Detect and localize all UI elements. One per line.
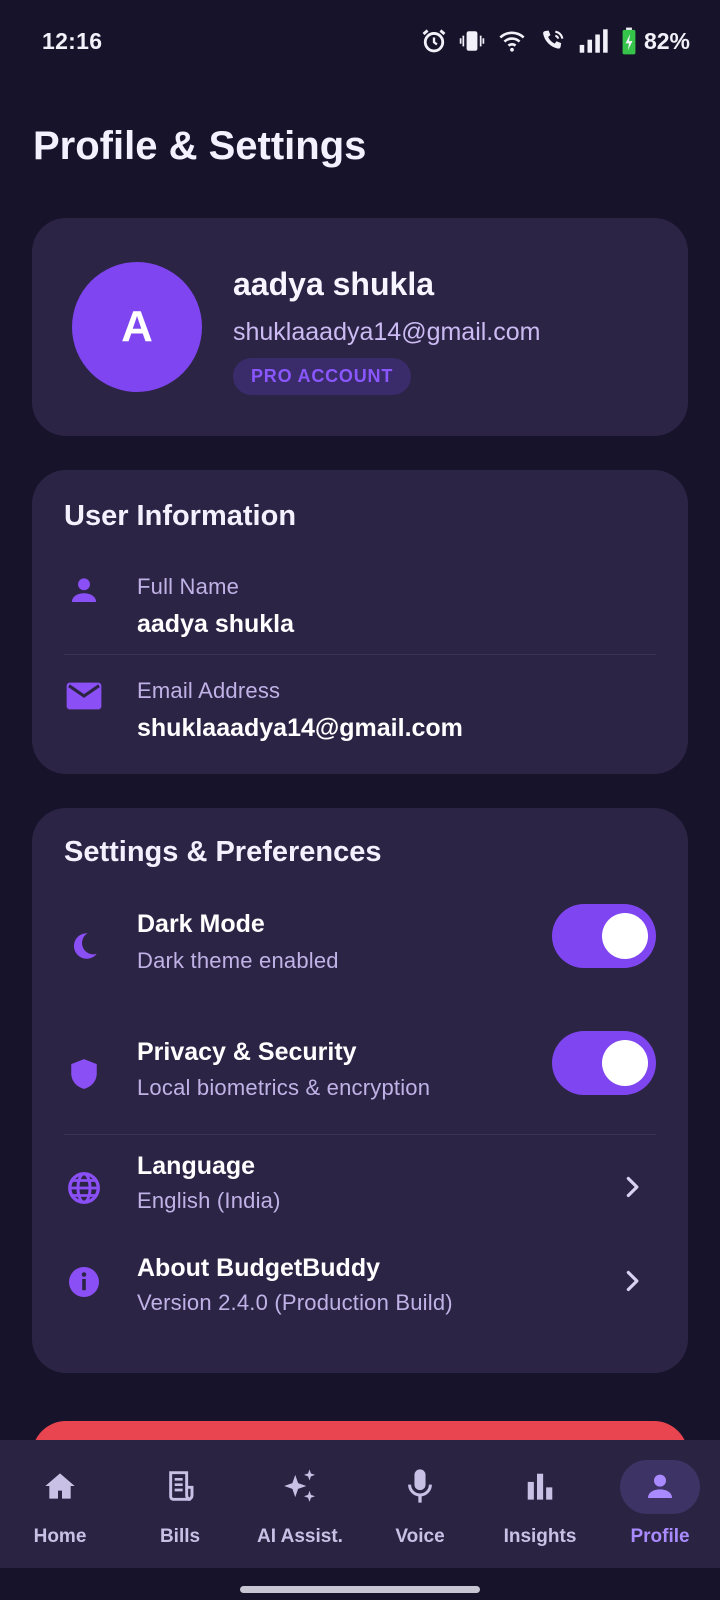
mail-icon [64,676,104,716]
email-address-label: Email Address [137,678,281,703]
privacy-security-subtitle: Local biometrics & encryption [137,1075,431,1100]
battery-charging-icon [621,27,637,55]
about-subtitle: Version 2.4.0 (Production Build) [137,1290,453,1315]
receipt-icon [160,1466,200,1506]
chevron-right-icon[interactable] [617,1172,647,1202]
profile-name: aadya shukla [233,266,434,302]
nav-label: Bills [159,1526,201,1547]
divider [64,1134,656,1135]
full-name-value: aadya shukla [137,610,295,638]
sparkle-icon [280,1466,320,1506]
person-icon [64,570,104,610]
person-icon [640,1466,680,1506]
profile-email: shuklaaadya14@gmail.com [233,318,541,346]
nav-item-profile[interactable]: Profile [600,1440,720,1568]
info-icon [64,1262,104,1302]
home-icon [40,1466,80,1506]
toggle-knob [602,913,648,959]
microphone-icon [400,1466,440,1506]
nav-label: Profile [630,1526,690,1547]
language-title: Language [137,1152,256,1180]
wifi-calling-icon [539,27,567,55]
nav-item-bills[interactable]: Bills [120,1440,240,1568]
email-address-value: shuklaaadya14@gmail.com [137,714,463,742]
nav-item-home[interactable]: Home [0,1440,120,1568]
gesture-area [0,1568,720,1600]
chevron-right-icon[interactable] [617,1266,647,1296]
nav-item-insights[interactable]: Insights [480,1440,600,1568]
privacy-security-title: Privacy & Security [137,1038,357,1066]
nav-label: AI Assist. [257,1526,343,1547]
shield-icon [64,1054,104,1094]
alarm-icon [420,27,448,55]
status-bar: 12:16 82% [0,0,720,84]
signal-icon [578,28,610,54]
nav-item-ai-assist[interactable]: AI Assist. [240,1440,360,1568]
language-subtitle: English (India) [137,1188,281,1213]
bar-chart-icon [520,1466,560,1506]
battery-percent: 82% [643,27,690,54]
wifi-icon [496,27,528,55]
full-name-label: Full Name [137,574,240,599]
user-information-title: User Information [64,500,297,532]
status-icons: 82% [420,24,690,58]
nav-label: Home [33,1526,87,1547]
profile-settings-screen: 12:16 82% Profile & Settings A aadya shu… [0,0,720,1600]
dark-mode-title: Dark Mode [137,910,265,938]
avatar[interactable]: A [72,262,202,392]
moon-icon [64,926,104,966]
profile-card[interactable]: A aadya shukla shuklaaadya14@gmail.com P… [32,218,688,436]
settings-preferences-card: Settings & Preferences Dark Mode Dark th… [32,808,688,1373]
bottom-navigation: Home Bills AI Assist. Voice Insights Pro… [0,1440,720,1568]
privacy-security-toggle[interactable] [552,1031,656,1095]
nav-label: Insights [503,1526,577,1547]
pro-account-badge: PRO ACCOUNT [233,358,412,395]
toggle-knob [602,1040,648,1086]
dark-mode-toggle[interactable] [552,904,656,968]
nav-label: Voice [395,1526,445,1547]
page-title: Profile & Settings [33,124,367,168]
divider [64,654,656,655]
about-title: About BudgetBuddy [137,1254,381,1282]
user-information-card: User Information Full Name aadya shukla … [32,470,688,774]
vibrate-icon [459,27,485,55]
gesture-handle[interactable] [240,1586,480,1593]
settings-preferences-title: Settings & Preferences [64,836,382,868]
dark-mode-subtitle: Dark theme enabled [137,948,339,973]
globe-icon [64,1168,104,1208]
status-time: 12:16 [42,28,103,54]
nav-item-voice[interactable]: Voice [360,1440,480,1568]
